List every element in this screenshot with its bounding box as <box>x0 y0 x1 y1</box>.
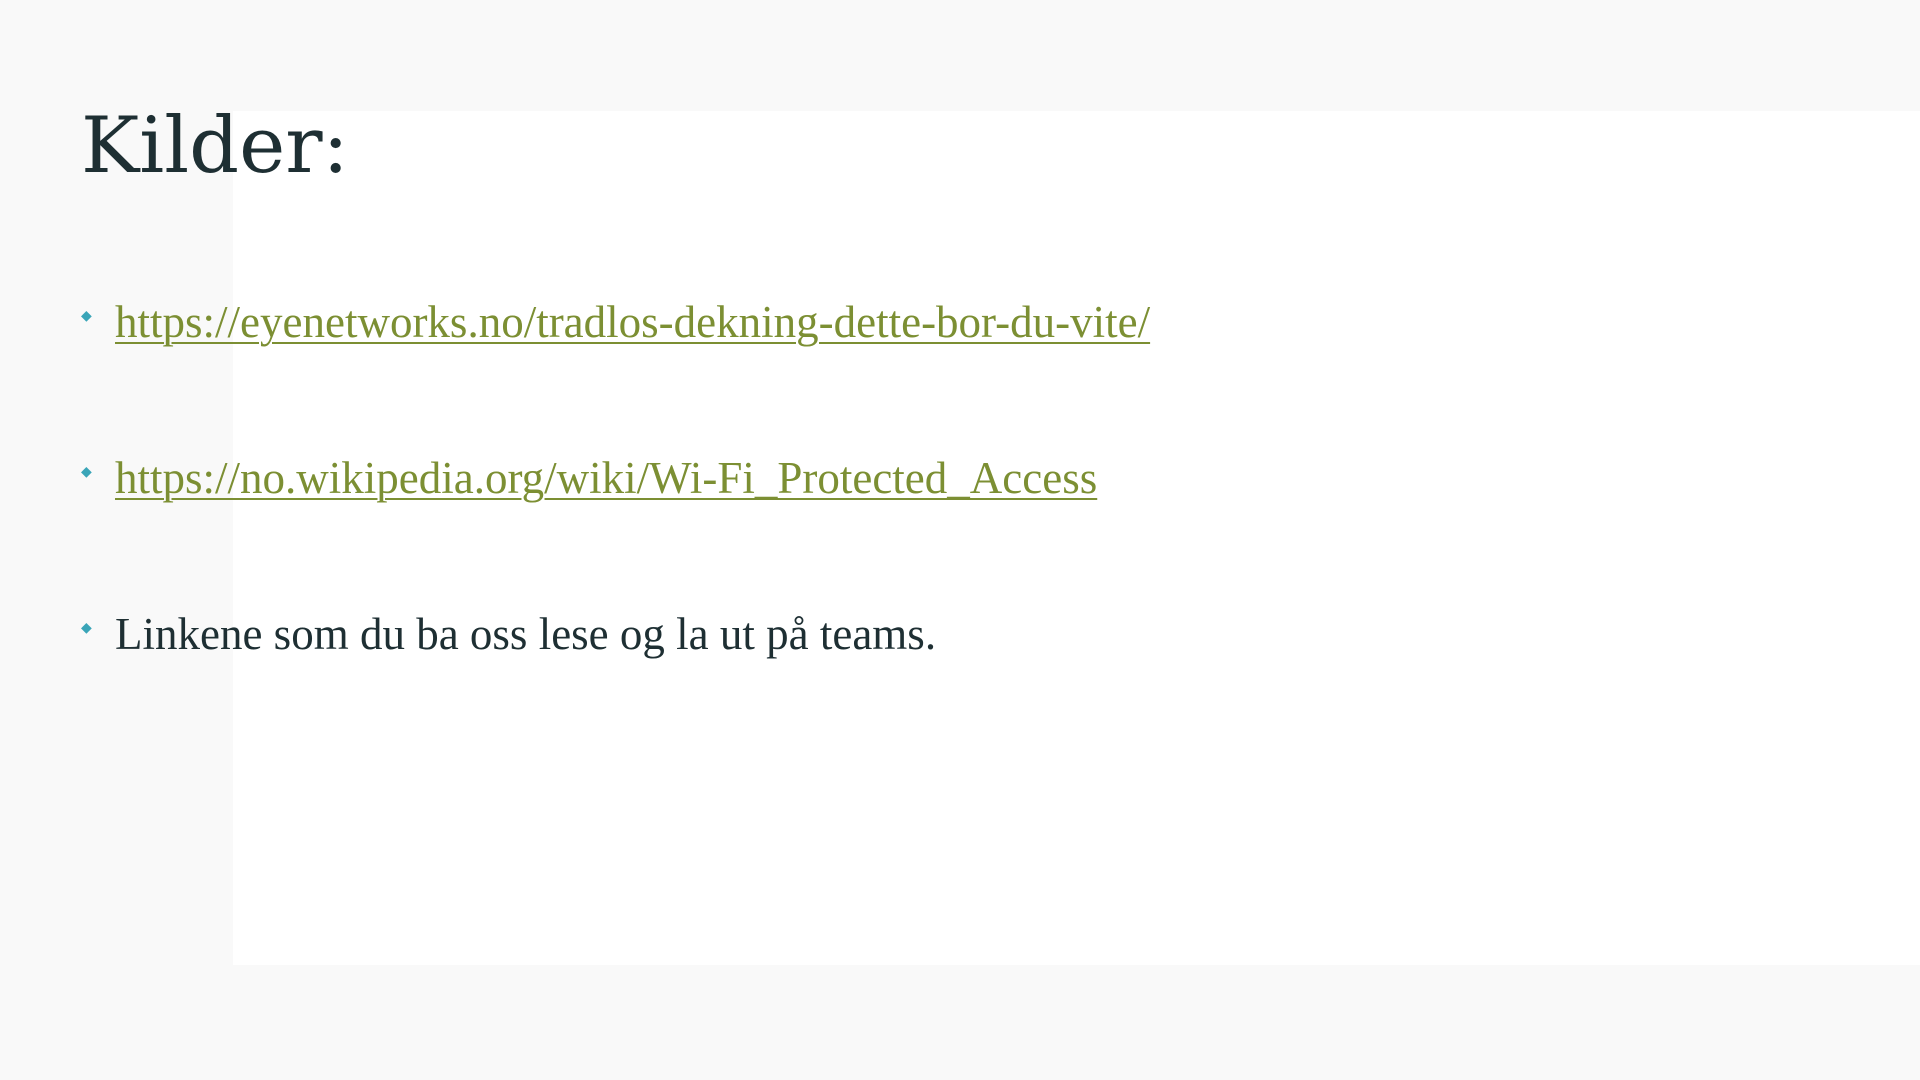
bullet-diamond-icon: ◆ <box>81 464 92 480</box>
bullet-diamond-icon: ◆ <box>81 308 92 324</box>
slide-title: Kilder: <box>81 101 349 191</box>
source-note: Linkene som du ba oss lese og la ut på t… <box>115 609 937 659</box>
list-item: ◆ Linkene som du ba oss lese og la ut på… <box>81 602 1150 666</box>
source-link-eyenetworks[interactable]: https://eyenetworks.no/tradlos-dekning-d… <box>115 296 1150 348</box>
list-item: ◆ https://eyenetworks.no/tradlos-dekning… <box>81 290 1150 354</box>
list-item: ◆ https://no.wikipedia.org/wiki/Wi-Fi_Pr… <box>81 446 1150 510</box>
source-link-wikipedia[interactable]: https://no.wikipedia.org/wiki/Wi-Fi_Prot… <box>115 452 1097 504</box>
slide: Kilder: ◆ https://eyenetworks.no/tradlos… <box>0 0 1920 1080</box>
bullet-diamond-icon: ◆ <box>81 620 92 636</box>
source-list: ◆ https://eyenetworks.no/tradlos-dekning… <box>81 290 1150 758</box>
